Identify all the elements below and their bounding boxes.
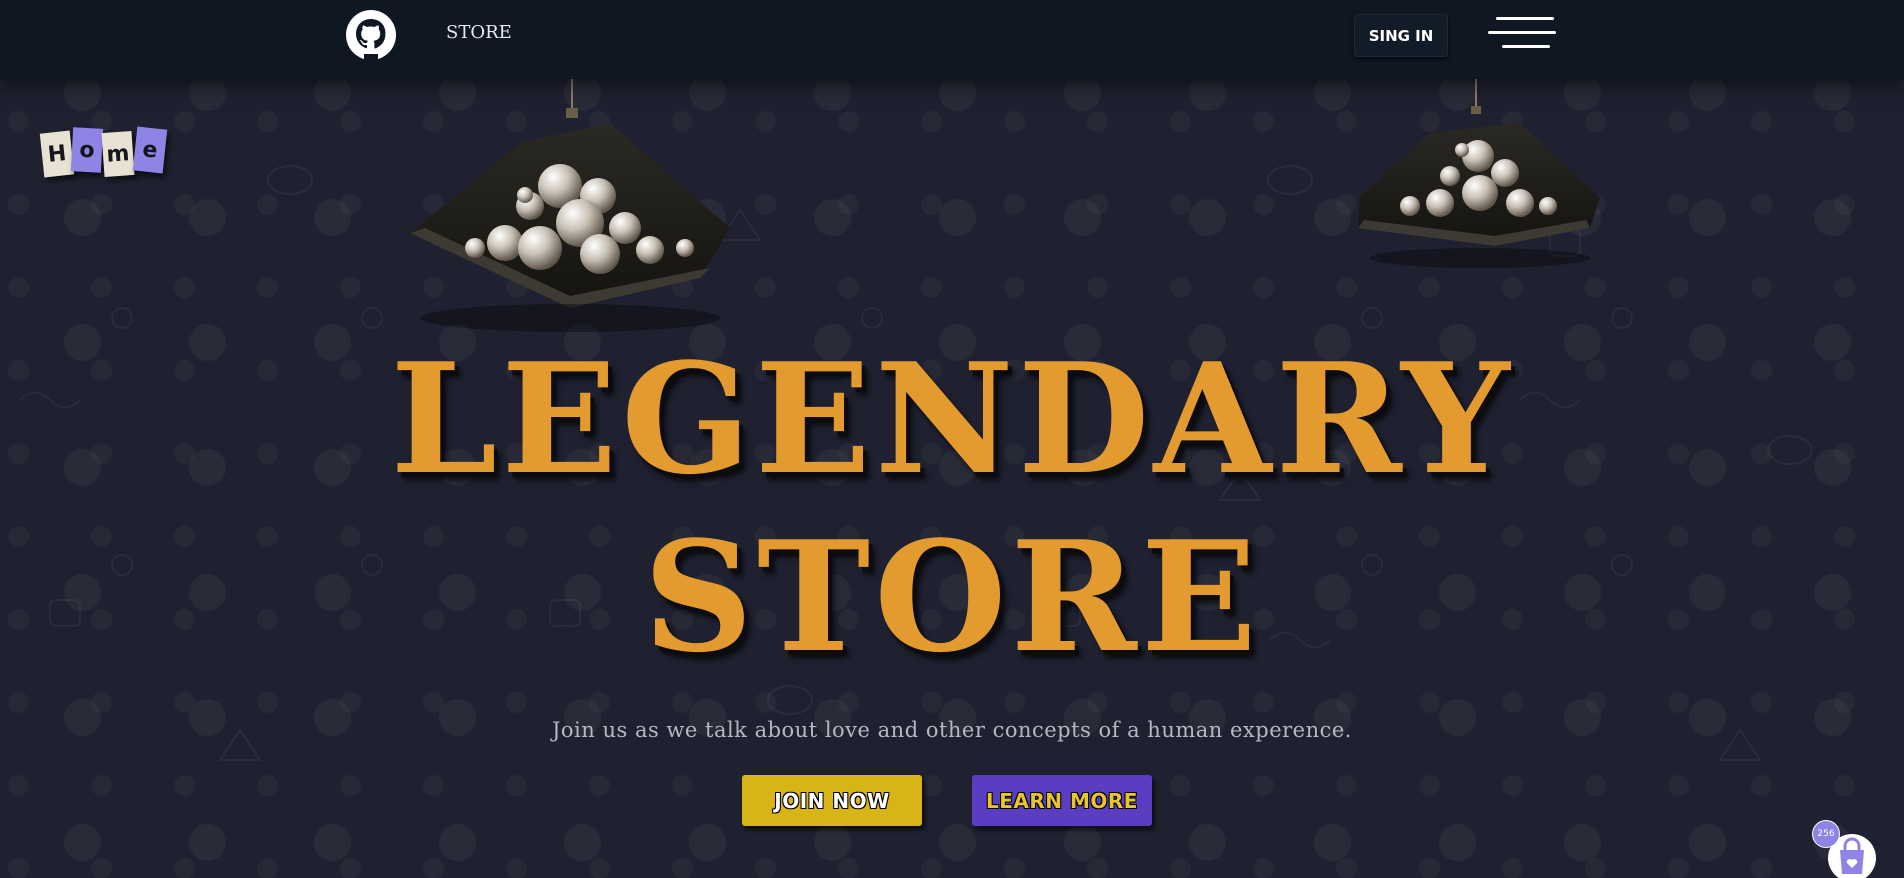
cart-count-badge: 256 <box>1812 820 1840 848</box>
hero-title: LEGENDARY STORE <box>0 330 1904 686</box>
hero-subtitle: Join us as we talk about love and other … <box>552 718 1352 742</box>
nav-store-link[interactable]: STORE <box>446 22 512 43</box>
home-tile-letter: e <box>132 126 168 174</box>
hero-title-line-2: STORE <box>643 507 1261 686</box>
hanging-lamp-right <box>1358 78 1600 268</box>
learn-more-button[interactable]: LEARN MORE <box>972 775 1152 826</box>
home-tile-letter: m <box>101 131 135 177</box>
home-link[interactable]: H o m e <box>39 126 170 178</box>
github-icon[interactable] <box>346 10 396 60</box>
sign-in-button[interactable]: SING IN <box>1354 14 1448 57</box>
hamburger-menu-icon[interactable] <box>1488 17 1556 51</box>
home-tile-letter: o <box>70 127 104 173</box>
hamburger-line <box>1488 31 1556 34</box>
hamburger-line <box>1502 45 1550 48</box>
hanging-lamp-left <box>410 78 730 332</box>
home-tile-letter: H <box>39 130 75 178</box>
hamburger-line <box>1496 17 1554 20</box>
hero-title-line-1: LEGENDARY <box>390 329 1514 508</box>
join-now-button[interactable]: JOIN NOW <box>742 775 922 826</box>
top-navbar: STORE SING IN <box>0 0 1904 79</box>
